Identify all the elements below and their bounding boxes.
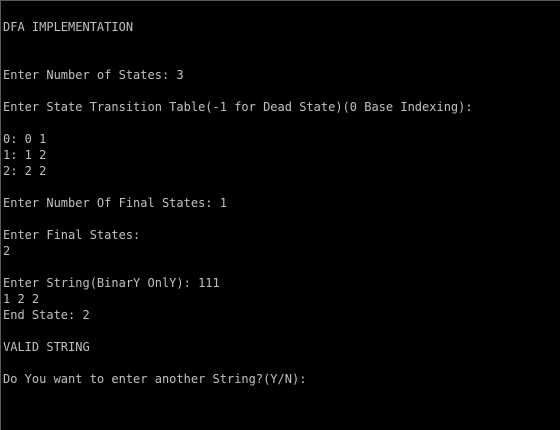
end-state-line: End State: 2 (3, 308, 90, 322)
transition-table-prompt-line: Enter State Transition Table(-1 for Dead… (3, 100, 473, 114)
final-states-prompt-line: Enter Final States: (3, 228, 141, 242)
console-output: DFA IMPLEMENTATION Enter Number of State… (3, 19, 559, 387)
transition-row-2: 2: 2 2 (3, 164, 47, 178)
number-of-final-states-line: Enter Number Of Final States: 1 (3, 196, 227, 210)
final-states-value-line: 2 (3, 244, 11, 258)
program-title-line: DFA IMPLEMENTATION (3, 20, 134, 34)
input-string-line: Enter String(BinarY OnlY): 111 (3, 276, 220, 290)
state-trace-line: 1 2 2 (3, 292, 40, 306)
number-of-states-line: Enter Number of States: 3 (3, 68, 184, 82)
transition-row-1: 1: 1 2 (3, 148, 47, 162)
result-line: VALID STRING (3, 340, 90, 354)
console-window[interactable]: DFA IMPLEMENTATION Enter Number of State… (0, 0, 560, 430)
transition-row-0: 0: 0 1 (3, 132, 47, 146)
continue-prompt-line[interactable]: Do You want to enter another String?(Y/N… (3, 371, 559, 387)
